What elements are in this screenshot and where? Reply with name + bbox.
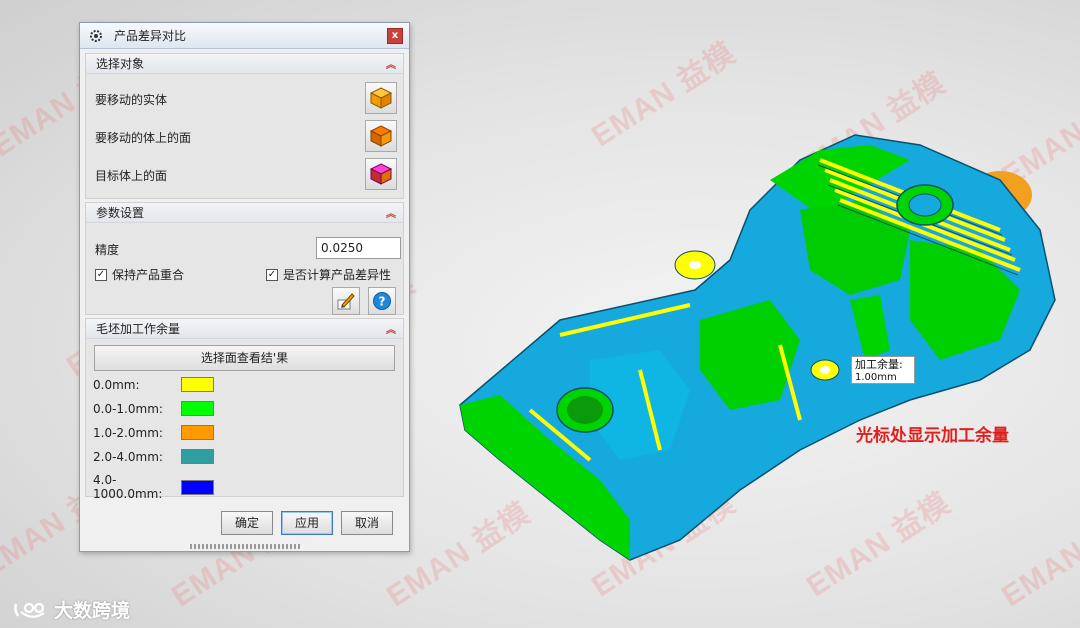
legend-row: 4.0-1000.0mm: [93, 473, 214, 501]
dialog-titlebar[interactable]: 产品差异对比 x [80, 23, 409, 49]
select-target-face-button[interactable] [365, 158, 397, 190]
product-diff-dialog: 产品差异对比 x 选择对象 ︽ 要移动的实体 要移动的体上的面 目标体上的面 参… [79, 22, 410, 552]
legend-row: 1.0-2.0mm: [93, 425, 214, 440]
legend-swatch[interactable] [181, 401, 214, 416]
collapse-icon[interactable]: ︽ [386, 321, 396, 336]
legend-label: 0.0-1.0mm: [93, 401, 163, 416]
checkbox-label: 是否计算产品差异性 [283, 268, 392, 282]
collapse-icon[interactable]: ︽ [386, 205, 396, 220]
legend-swatch[interactable] [181, 377, 214, 392]
target-face-label: 目标体上的面 [95, 169, 168, 183]
select-objects-section: 选择对象 ︽ 要移动的实体 要移动的体上的面 目标体上的面 [85, 53, 404, 199]
section-title: 毛坯加工作余量 [96, 322, 181, 336]
legend-row: 2.0-4.0mm: [93, 449, 214, 464]
tooltip-label: 加工余量: [855, 358, 903, 371]
close-button[interactable]: x [387, 28, 403, 44]
cancel-button[interactable]: 取消 [341, 511, 393, 535]
precision-input[interactable]: 0.0250 [316, 237, 401, 259]
legend-swatch[interactable] [181, 449, 214, 464]
section-title: 选择对象 [96, 57, 145, 71]
brand-name: 大数跨境 [54, 600, 131, 622]
select-face-result-button[interactable]: 选择面查看结'果 [94, 345, 395, 371]
edit-tool-button[interactable] [332, 287, 360, 315]
magenta-face-cube-icon [369, 163, 393, 185]
parameter-section: 参数设置 ︽ 精度 0.0250 ✓ 保持产品重合 ✓ 是否计算产品差异性 ? [85, 202, 404, 315]
apply-button[interactable]: 应用 [281, 511, 333, 535]
legend-label: 0.0mm: [93, 377, 140, 392]
section-title: 参数设置 [96, 206, 145, 220]
legend-swatch[interactable] [181, 479, 214, 495]
allowance-tooltip: 加工余量: 1.00mm [851, 356, 915, 384]
legend-label: 1.0-2.0mm: [93, 425, 163, 440]
calc-diff-checkbox[interactable]: ✓ 是否计算产品差异性 [266, 266, 391, 283]
pencil-edit-icon [337, 293, 355, 310]
brand-logo-icon [14, 602, 45, 618]
help-button[interactable]: ? [368, 287, 396, 315]
section-header[interactable]: 选择对象 ︽ [86, 54, 403, 74]
legend-label: 2.0-4.0mm: [93, 449, 163, 464]
move-solid-label: 要移动的实体 [95, 93, 168, 107]
checkbox-mark: ✓ [266, 268, 278, 281]
checkbox-label: 保持产品重合 [112, 268, 185, 282]
allowance-section: 毛坯加工作余量 ︽ 选择面查看结'果 0.0mm: 0.0-1.0mm: 1.0… [85, 318, 404, 501]
legend-row: 0.0mm: [93, 377, 214, 392]
ok-button[interactable]: 确定 [221, 511, 273, 535]
3d-model-viewport[interactable] [440, 120, 1080, 570]
orange-face-cube-icon [369, 125, 393, 147]
orange-cube-icon [369, 87, 393, 109]
help-icon: ? [373, 292, 391, 310]
dialog-title: 产品差异对比 [114, 29, 187, 43]
checkbox-mark: ✓ [95, 268, 107, 281]
annotation-text: 光标处显示加工余量 [856, 426, 1009, 446]
select-move-face-button[interactable] [365, 120, 397, 152]
legend-label: 4.0-1000.0mm: [93, 473, 163, 501]
resize-grip[interactable] [190, 544, 300, 549]
svg-text:?: ? [379, 295, 386, 309]
keep-overlap-checkbox[interactable]: ✓ 保持产品重合 [95, 266, 184, 283]
legend-swatch[interactable] [181, 425, 214, 440]
precision-label: 精度 [95, 243, 120, 257]
gear-icon [90, 29, 102, 42]
legend-row: 0.0-1.0mm: [93, 401, 214, 416]
tooltip-value: 1.00mm [855, 372, 897, 383]
collapse-icon[interactable]: ︽ [386, 56, 396, 71]
section-header[interactable]: 毛坯加工作余量 ︽ [86, 319, 403, 339]
brand-watermark: 大数跨境 [12, 596, 130, 623]
move-face-label: 要移动的体上的面 [95, 131, 192, 145]
section-header[interactable]: 参数设置 ︽ [86, 203, 403, 223]
select-move-solid-button[interactable] [365, 82, 397, 114]
